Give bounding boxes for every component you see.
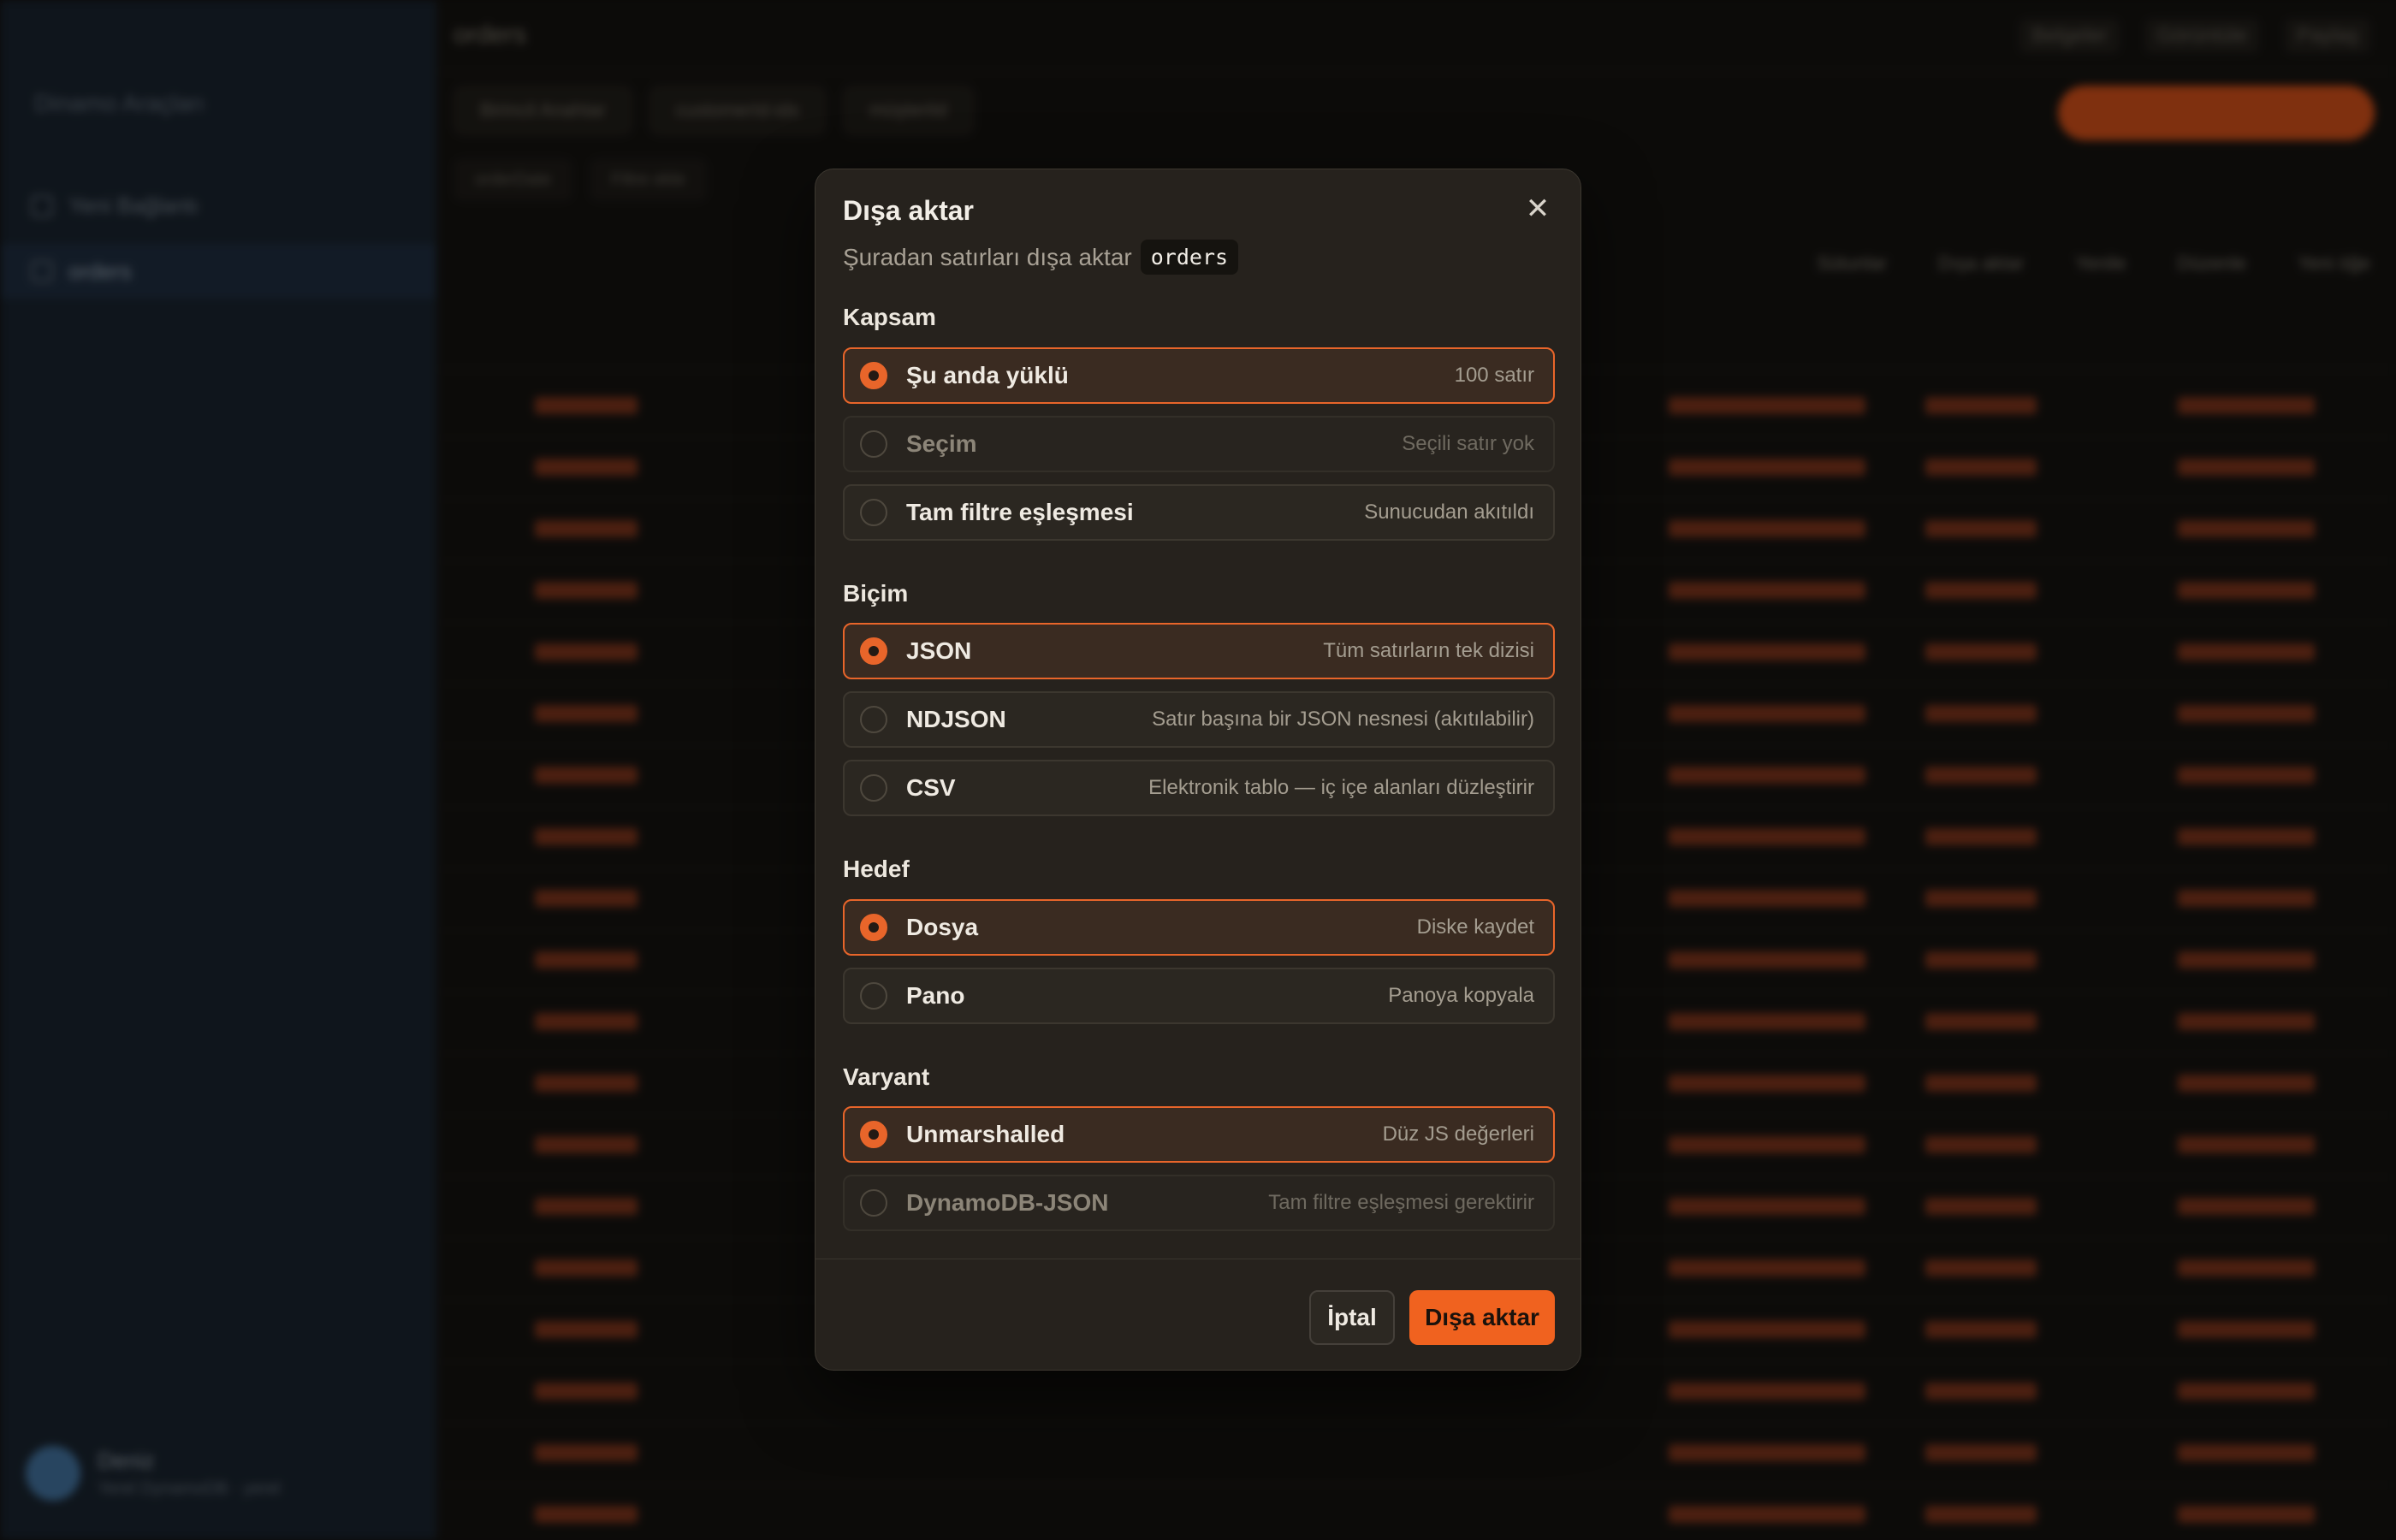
export-button[interactable]: Dışa aktar [1409,1290,1555,1345]
option-scope-loaded[interactable]: Şu anda yüklü 100 satır [843,347,1555,404]
dialog-subtitle: Şuradan satırları dışa aktar orders [843,240,1239,275]
option-format-csv[interactable]: CSV Elektronik tablo — iç içe alanları d… [843,760,1555,816]
export-dialog: Dışa aktar ✕ Şuradan satırları dışa akta… [815,169,1581,1371]
close-icon[interactable]: ✕ [1521,192,1555,226]
radio-selected-icon [860,637,887,665]
radio-icon [860,1189,887,1217]
radio-icon [860,774,887,802]
option-scope-full-filter[interactable]: Tam filtre eşleşmesi Sunucudan akıtıldı [843,484,1555,541]
section-title-destination: Hedef [843,856,910,882]
option-scope-selection[interactable]: Seçim Seçili satır yok [843,416,1555,472]
radio-icon [860,982,887,1010]
radio-icon [860,499,887,526]
section-title-scope: Kapsam [843,304,936,330]
radio-selected-icon [860,1121,887,1148]
option-variant-unmarshalled[interactable]: Unmarshalled Düz JS değerleri [843,1106,1555,1163]
radio-selected-icon [860,914,887,941]
option-format-ndjson[interactable]: NDJSON Satır başına bir JSON nesnesi (ak… [843,691,1555,748]
dialog-title: Dışa aktar [843,195,974,226]
option-destination-file[interactable]: Dosya Diske kaydet [843,899,1555,956]
table-name-badge: orders [1140,240,1239,275]
option-format-json[interactable]: JSON Tüm satırların tek dizisi [843,623,1555,679]
radio-icon [860,430,887,458]
radio-icon [860,706,887,733]
option-destination-clipboard[interactable]: Pano Panoya kopyala [843,968,1555,1024]
cancel-button[interactable]: İptal [1309,1290,1395,1345]
section-title-format: Biçim [843,580,909,607]
option-variant-dynamodb-json[interactable]: DynamoDB-JSON Tam filtre eşleşmesi gerek… [843,1175,1555,1231]
radio-selected-icon [860,362,887,389]
section-title-variant: Varyant [843,1063,930,1090]
